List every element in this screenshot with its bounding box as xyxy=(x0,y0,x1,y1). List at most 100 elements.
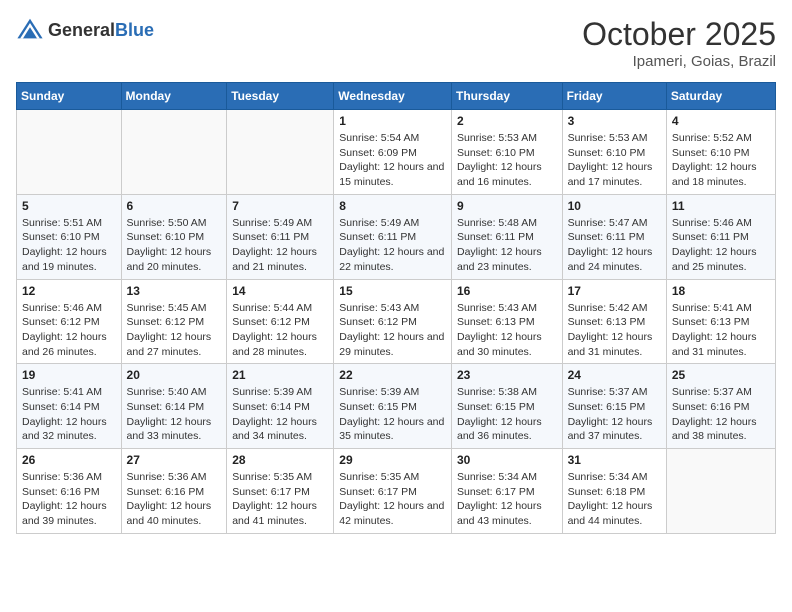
day-info: Sunrise: 5:46 AMSunset: 6:11 PMDaylight:… xyxy=(672,216,770,275)
calendar-week-row: 5 Sunrise: 5:51 AMSunset: 6:10 PMDaylight… xyxy=(17,194,776,279)
day-info: Sunrise: 5:40 AMSunset: 6:14 PMDaylight:… xyxy=(127,385,222,444)
day-number: 17 xyxy=(568,284,661,298)
table-row: 23 Sunrise: 5:38 AMSunset: 6:15 PMDayligh… xyxy=(451,364,562,449)
col-wednesday: Wednesday xyxy=(334,83,452,110)
day-number: 19 xyxy=(22,368,116,382)
table-row: 24 Sunrise: 5:37 AMSunset: 6:15 PMDayligh… xyxy=(562,364,666,449)
col-tuesday: Tuesday xyxy=(227,83,334,110)
table-row: 8Sunrise: 5:49 AMSunset: 6:11 PMDaylight… xyxy=(334,194,452,279)
day-info: Sunrise: 5:51 AMSunset: 6:10 PMDaylight:… xyxy=(22,216,116,275)
table-row: 29 Sunrise: 5:35 AMSunset: 6:17 PMDayligh… xyxy=(334,449,452,534)
day-info: Sunrise: 5:54 AMSunset: 6:09 PMDaylight:… xyxy=(339,131,446,190)
table-row: 10 Sunrise: 5:47 AMSunset: 6:11 PMDayligh… xyxy=(562,194,666,279)
day-number: 10 xyxy=(568,199,661,213)
logo-text-blue: Blue xyxy=(115,20,154,40)
day-number: 13 xyxy=(127,284,222,298)
day-info: Sunrise: 5:39 AMSunset: 6:14 PMDaylight:… xyxy=(232,385,328,444)
day-info: Sunrise: 5:53 AMSunset: 6:10 PMDaylight:… xyxy=(568,131,661,190)
calendar-week-row: 1 Sunrise: 5:54 AMSunset: 6:09 PMDaylight… xyxy=(17,110,776,195)
table-row: 25 Sunrise: 5:37 AMSunset: 6:16 PMDayligh… xyxy=(666,364,775,449)
day-info: Sunrise: 5:35 AMSunset: 6:17 PMDaylight:… xyxy=(339,470,446,529)
day-info: Sunrise: 5:50 AMSunset: 6:10 PMDaylight:… xyxy=(127,216,222,275)
table-row: 13 Sunrise: 5:45 AMSunset: 6:12 PMDayligh… xyxy=(121,279,227,364)
table-row: 7Sunrise: 5:49 AMSunset: 6:11 PMDaylight… xyxy=(227,194,334,279)
table-row: 12 Sunrise: 5:46 AMSunset: 6:12 PMDayligh… xyxy=(17,279,122,364)
col-saturday: Saturday xyxy=(666,83,775,110)
table-row: 16Sunrise: 5:43 AMSunset: 6:13 PMDayligh… xyxy=(451,279,562,364)
day-number: 16 xyxy=(457,284,557,298)
col-sunday: Sunday xyxy=(17,83,122,110)
day-number: 3 xyxy=(568,114,661,128)
day-info: Sunrise: 5:39 AMSunset: 6:15 PMDaylight:… xyxy=(339,385,446,444)
table-row: 1 Sunrise: 5:54 AMSunset: 6:09 PMDaylight… xyxy=(334,110,452,195)
table-row: 11 Sunrise: 5:46 AMSunset: 6:11 PMDayligh… xyxy=(666,194,775,279)
day-info: Sunrise: 5:45 AMSunset: 6:12 PMDaylight:… xyxy=(127,301,222,360)
calendar-header-row: Sunday Monday Tuesday Wednesday Thursday… xyxy=(17,83,776,110)
table-row: 22Sunrise: 5:39 AMSunset: 6:15 PMDayligh… xyxy=(334,364,452,449)
table-row: 26 Sunrise: 5:36 AMSunset: 6:16 PMDayligh… xyxy=(17,449,122,534)
day-number: 5 xyxy=(22,199,116,213)
day-number: 20 xyxy=(127,368,222,382)
day-info: Sunrise: 5:37 AMSunset: 6:16 PMDaylight:… xyxy=(672,385,770,444)
calendar-week-row: 19 Sunrise: 5:41 AMSunset: 6:14 PMDayligh… xyxy=(17,364,776,449)
page-header: GeneralBlue October 2025 Ipameri, Goias,… xyxy=(16,16,776,70)
table-row: 31Sunrise: 5:34 AMSunset: 6:18 PMDayligh… xyxy=(562,449,666,534)
day-number: 14 xyxy=(232,284,328,298)
col-friday: Friday xyxy=(562,83,666,110)
day-info: Sunrise: 5:46 AMSunset: 6:12 PMDaylight:… xyxy=(22,301,116,360)
table-row: 27 Sunrise: 5:36 AMSunset: 6:16 PMDayligh… xyxy=(121,449,227,534)
day-number: 21 xyxy=(232,368,328,382)
table-row: 6 Sunrise: 5:50 AMSunset: 6:10 PMDaylight… xyxy=(121,194,227,279)
logo-icon xyxy=(16,16,44,44)
day-number: 27 xyxy=(127,453,222,467)
day-number: 1 xyxy=(339,114,446,128)
title-block: October 2025 Ipameri, Goias, Brazil xyxy=(582,16,776,70)
day-number: 25 xyxy=(672,368,770,382)
day-number: 28 xyxy=(232,453,328,467)
calendar: Sunday Monday Tuesday Wednesday Thursday… xyxy=(16,82,776,534)
table-row: 19 Sunrise: 5:41 AMSunset: 6:14 PMDayligh… xyxy=(17,364,122,449)
day-number: 6 xyxy=(127,199,222,213)
day-info: Sunrise: 5:53 AMSunset: 6:10 PMDaylight:… xyxy=(457,131,557,190)
table-row: 21 Sunrise: 5:39 AMSunset: 6:14 PMDayligh… xyxy=(227,364,334,449)
day-info: Sunrise: 5:47 AMSunset: 6:11 PMDaylight:… xyxy=(568,216,661,275)
table-row xyxy=(17,110,122,195)
table-row: 20 Sunrise: 5:40 AMSunset: 6:14 PMDayligh… xyxy=(121,364,227,449)
day-number: 15 xyxy=(339,284,446,298)
day-info: Sunrise: 5:52 AMSunset: 6:10 PMDaylight:… xyxy=(672,131,770,190)
table-row: 17 Sunrise: 5:42 AMSunset: 6:13 PMDayligh… xyxy=(562,279,666,364)
day-info: Sunrise: 5:35 AMSunset: 6:17 PMDaylight:… xyxy=(232,470,328,529)
table-row: 28 Sunrise: 5:35 AMSunset: 6:17 PMDayligh… xyxy=(227,449,334,534)
day-number: 2 xyxy=(457,114,557,128)
calendar-week-row: 26 Sunrise: 5:36 AMSunset: 6:16 PMDayligh… xyxy=(17,449,776,534)
day-number: 18 xyxy=(672,284,770,298)
day-info: Sunrise: 5:48 AMSunset: 6:11 PMDaylight:… xyxy=(457,216,557,275)
day-number: 29 xyxy=(339,453,446,467)
table-row xyxy=(227,110,334,195)
table-row: 9 Sunrise: 5:48 AMSunset: 6:11 PMDaylight… xyxy=(451,194,562,279)
logo-text-general: General xyxy=(48,20,115,40)
day-number: 31 xyxy=(568,453,661,467)
day-number: 12 xyxy=(22,284,116,298)
month-year: October 2025 xyxy=(582,16,776,53)
day-info: Sunrise: 5:36 AMSunset: 6:16 PMDaylight:… xyxy=(22,470,116,529)
day-info: Sunrise: 5:42 AMSunset: 6:13 PMDaylight:… xyxy=(568,301,661,360)
day-info: Sunrise: 5:41 AMSunset: 6:13 PMDaylight:… xyxy=(672,301,770,360)
day-info: Sunrise: 5:34 AMSunset: 6:17 PMDaylight:… xyxy=(457,470,557,529)
day-number: 26 xyxy=(22,453,116,467)
table-row xyxy=(666,449,775,534)
day-info: Sunrise: 5:41 AMSunset: 6:14 PMDaylight:… xyxy=(22,385,116,444)
day-number: 9 xyxy=(457,199,557,213)
day-number: 11 xyxy=(672,199,770,213)
day-number: 24 xyxy=(568,368,661,382)
day-info: Sunrise: 5:36 AMSunset: 6:16 PMDaylight:… xyxy=(127,470,222,529)
location: Ipameri, Goias, Brazil xyxy=(582,53,776,70)
day-info: Sunrise: 5:49 AMSunset: 6:11 PMDaylight:… xyxy=(339,216,446,275)
day-number: 7 xyxy=(232,199,328,213)
day-number: 23 xyxy=(457,368,557,382)
day-info: Sunrise: 5:38 AMSunset: 6:15 PMDaylight:… xyxy=(457,385,557,444)
table-row: 15Sunrise: 5:43 AMSunset: 6:12 PMDayligh… xyxy=(334,279,452,364)
logo: GeneralBlue xyxy=(16,16,154,44)
day-info: Sunrise: 5:37 AMSunset: 6:15 PMDaylight:… xyxy=(568,385,661,444)
day-info: Sunrise: 5:44 AMSunset: 6:12 PMDaylight:… xyxy=(232,301,328,360)
